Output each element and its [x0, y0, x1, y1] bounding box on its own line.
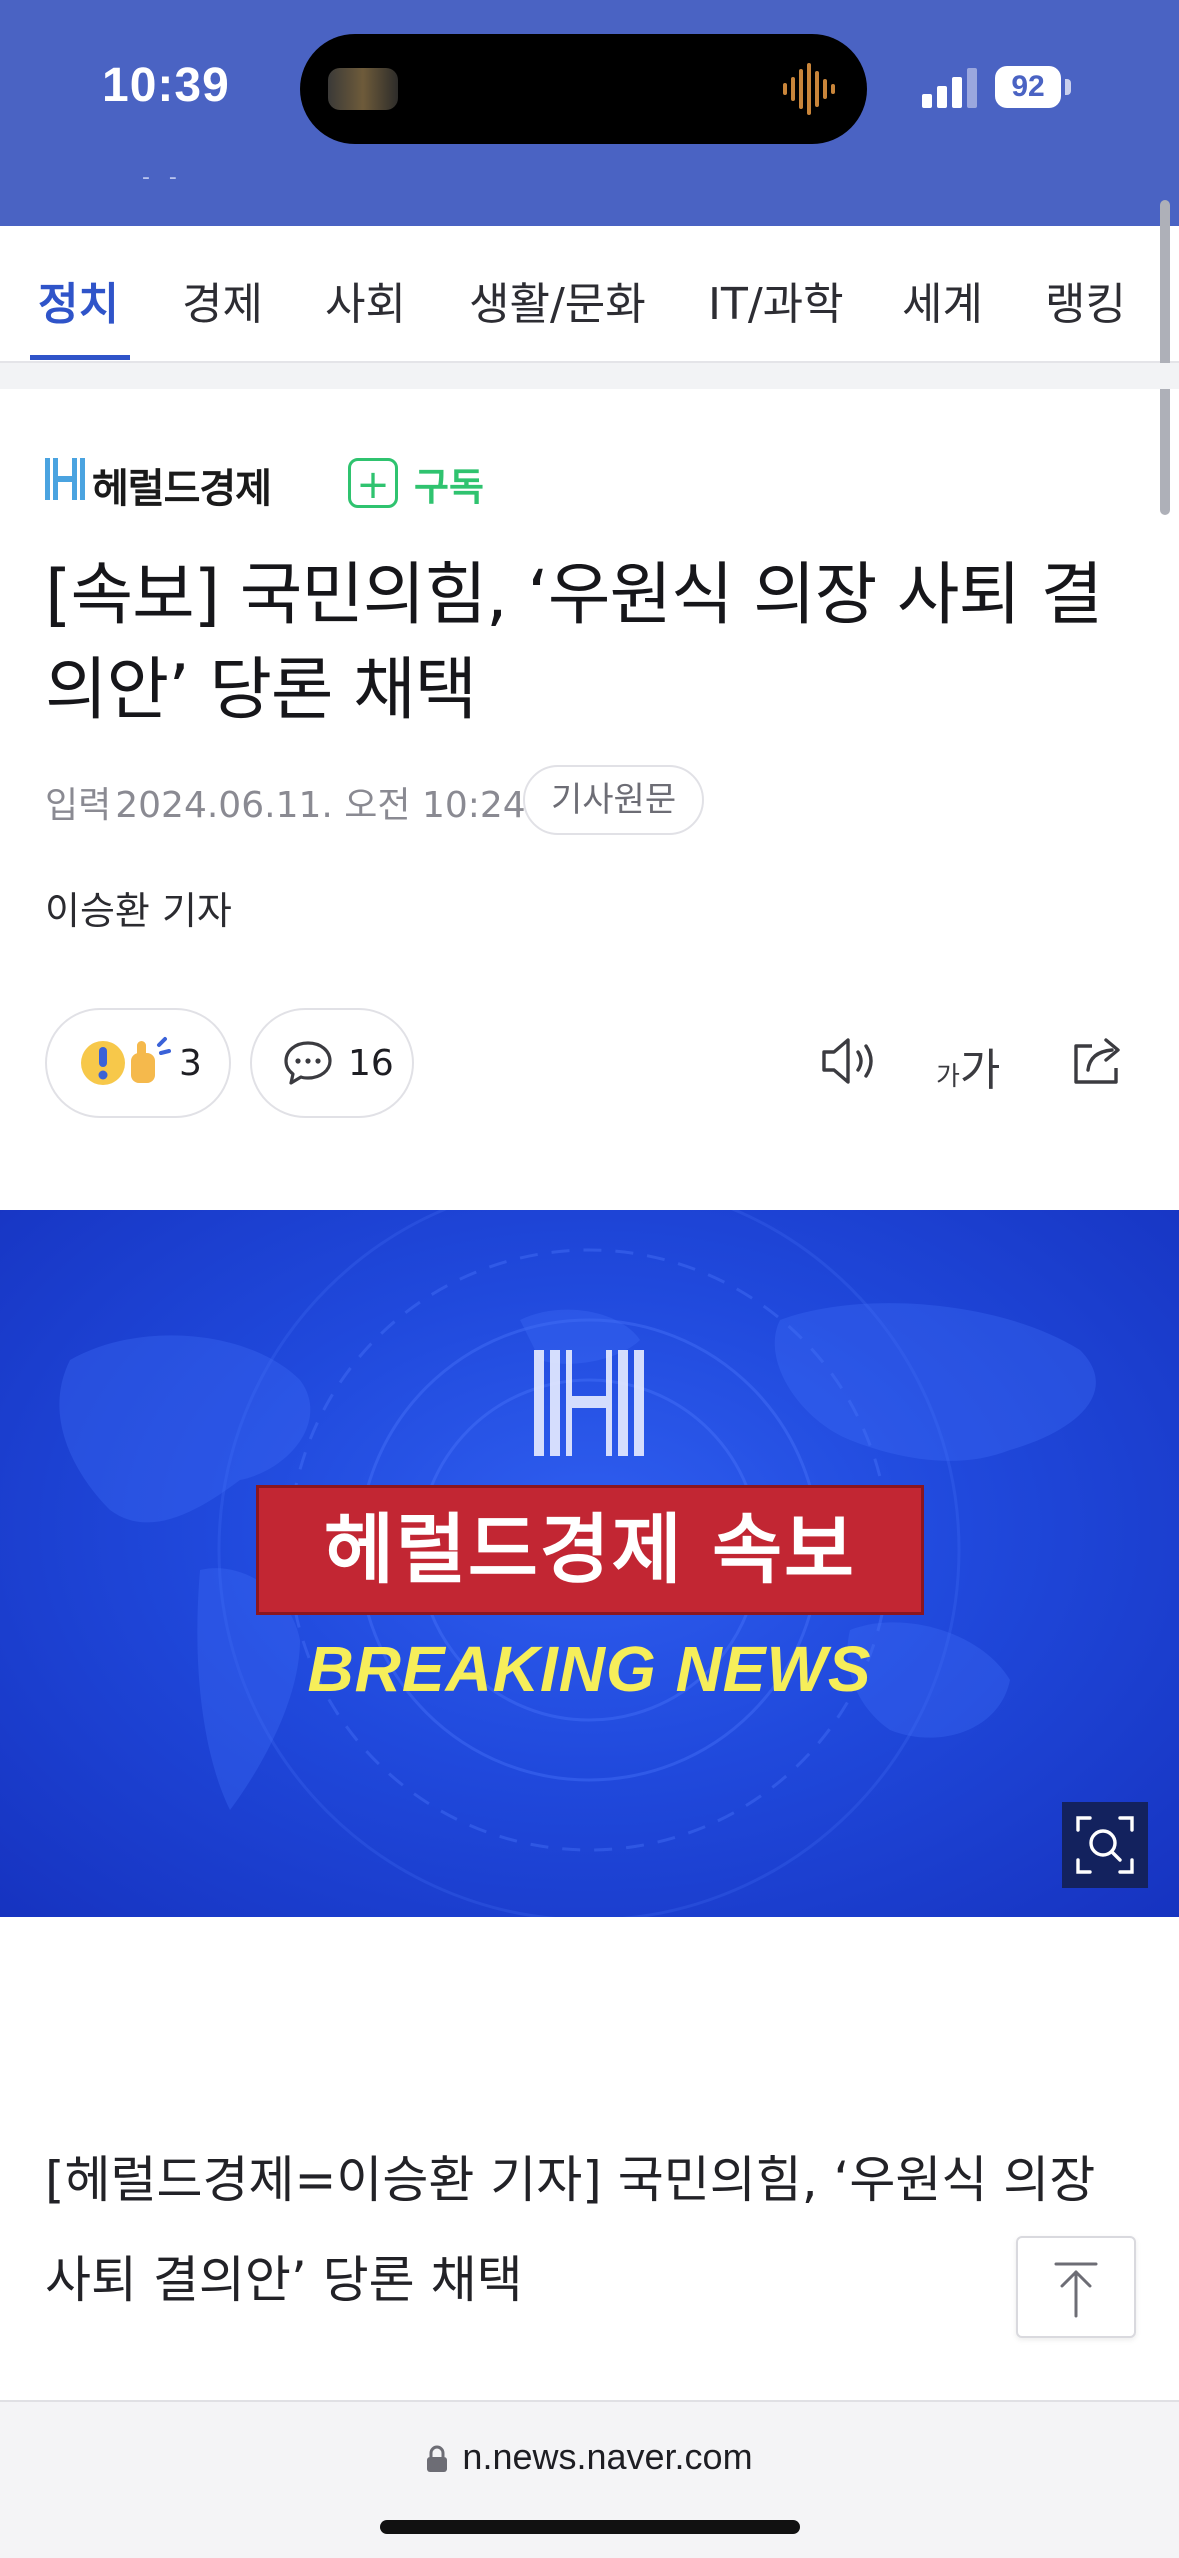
tab-society[interactable]: 사회: [325, 268, 406, 332]
date-label: 입력: [45, 785, 112, 826]
press-name[interactable]: 헤럴드경제: [92, 456, 272, 514]
reaction-button[interactable]: 3: [45, 1008, 231, 1118]
comment-button[interactable]: 16: [250, 1008, 414, 1118]
breaking-news-caption: BREAKING NEWS: [307, 1633, 872, 1705]
article-headline: [속보] 국민의힘, ‘우원식 의장 사퇴 결의안’ 당론 채택: [45, 556, 1103, 730]
image-zoom-button[interactable]: [1062, 1802, 1148, 1888]
tab-politics[interactable]: 정치: [38, 268, 119, 332]
comment-count: 16: [348, 1042, 394, 1084]
subscribe-label: 구독: [414, 464, 484, 509]
plus-icon: +: [348, 458, 398, 508]
status-time: 10:39: [102, 59, 230, 112]
status-bar: 10:39 92 - -: [0, 0, 1179, 226]
battery-icon: 92: [995, 66, 1061, 108]
scrollbar[interactable]: [1160, 200, 1170, 515]
original-article-button[interactable]: 기사원문: [523, 765, 705, 835]
category-tabs: 정치 경제 사회 생활/문화 IT/과학 세계 랭킹: [0, 226, 1179, 363]
tab-world[interactable]: 세계: [902, 268, 983, 332]
arrow-up-icon: [1054, 2262, 1098, 2318]
now-playing-thumbnail: [328, 68, 398, 110]
status-indicator: - -: [142, 165, 183, 190]
text-to-speech-icon[interactable]: [816, 1030, 878, 1092]
scroll-to-top-button[interactable]: [1016, 2236, 1136, 2338]
active-tab-underline: [30, 355, 130, 360]
article-meta: 입력 2024.06.11. 오전 10:24: [45, 776, 526, 828]
battery-nub: [1065, 79, 1071, 95]
cellular-signal-icon: [922, 68, 977, 108]
subscribe-button[interactable]: + 구독: [348, 455, 484, 511]
publish-date: 2024.06.11. 오전 10:24: [115, 785, 526, 826]
font-size-large-label: 가: [959, 1045, 1001, 1096]
breaking-banner: 헤럴드경제 속보: [256, 1485, 924, 1615]
article-image[interactable]: 헤럴드경제 속보 BREAKING NEWS: [0, 1210, 1179, 1917]
image-search-icon: [1076, 1816, 1134, 1874]
tab-life-culture[interactable]: 생활/문화: [469, 268, 646, 332]
home-indicator[interactable]: [380, 2520, 800, 2534]
tab-ranking[interactable]: 랭킹: [1045, 268, 1126, 332]
tab-economy[interactable]: 경제: [182, 268, 263, 332]
section-divider: [0, 363, 1179, 389]
url-display[interactable]: n.news.naver.com: [0, 2436, 1179, 2478]
font-size-small-label: 가: [936, 1062, 960, 1092]
dynamic-island[interactable]: [300, 34, 867, 144]
share-icon[interactable]: [1068, 1030, 1128, 1090]
comment-bubble-icon: [284, 1041, 332, 1085]
reaction-emoji-icon: [81, 1037, 171, 1085]
tab-it-science[interactable]: IT/과학: [708, 268, 844, 332]
url-text: n.news.naver.com: [462, 2436, 753, 2477]
font-size-button[interactable]: 가가: [936, 1034, 1000, 1098]
browser-address-bar[interactable]: n.news.naver.com: [0, 2400, 1179, 2558]
article-body: [헤럴드경제=이승환 기자] 국민의힘, ‘우원식 의장 사퇴 결의안’ 당론 …: [45, 2151, 1096, 2309]
lock-icon: [427, 2446, 448, 2473]
press-logo-watermark-icon: [534, 1350, 644, 1456]
reaction-count: 3: [179, 1042, 202, 1084]
audio-wave-icon: [783, 63, 835, 115]
reporter-name[interactable]: 이승환 기자: [45, 880, 232, 935]
press-logo-icon: [45, 458, 85, 500]
